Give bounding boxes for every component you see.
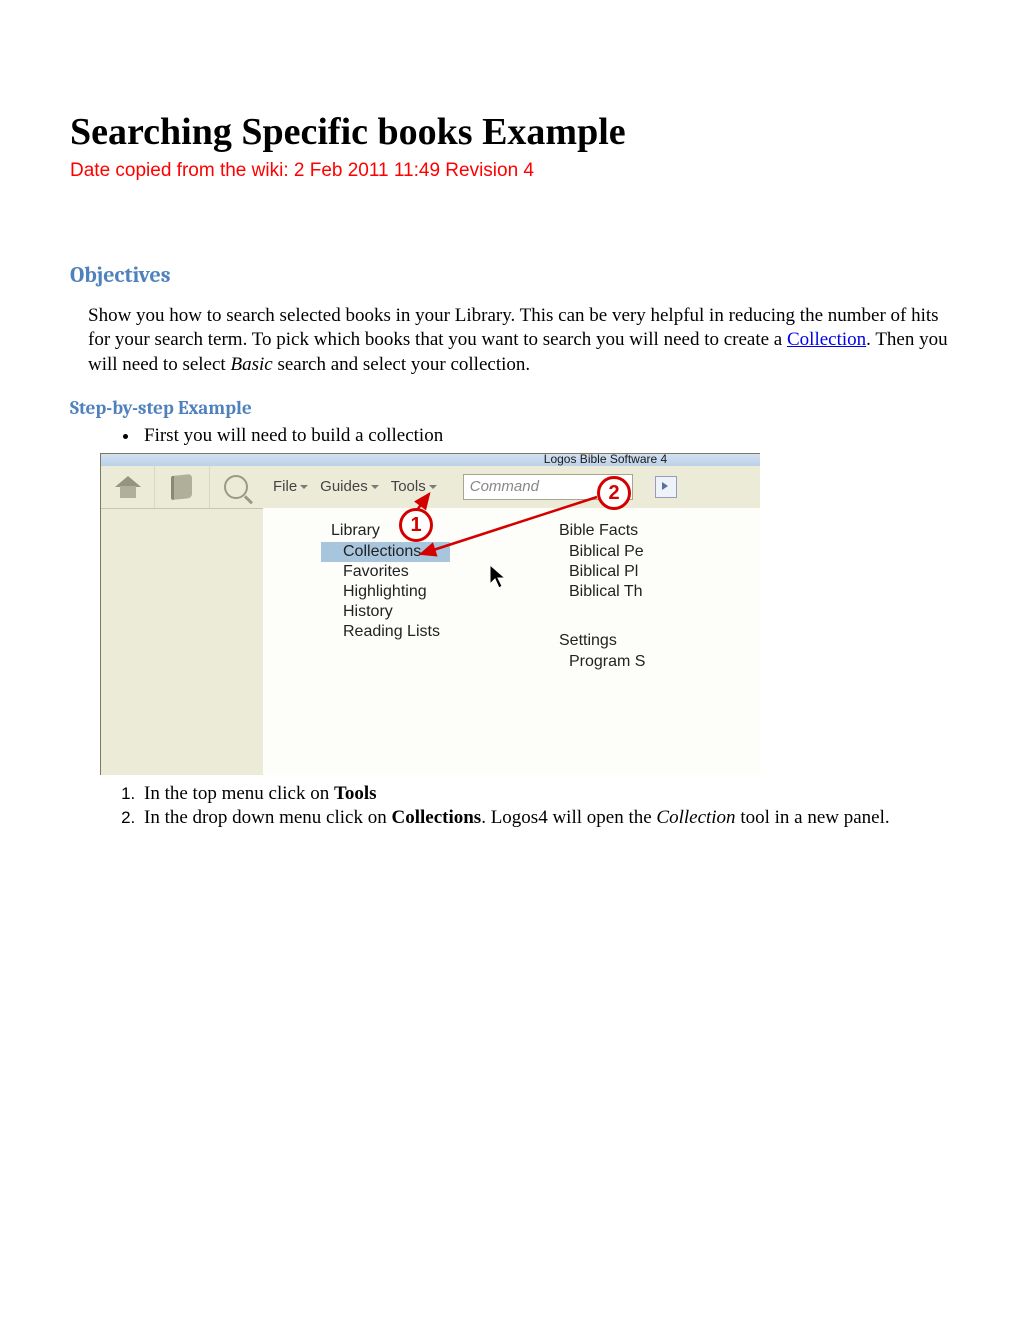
app-leftbar bbox=[101, 466, 264, 775]
app-titlebar: Logos Bible Software 4 bbox=[101, 454, 760, 466]
dd-heading-bible-facts: Bible Facts bbox=[551, 520, 655, 542]
search-icon[interactable] bbox=[210, 466, 263, 508]
dd-item-reading-lists[interactable]: Reading Lists bbox=[321, 622, 450, 642]
objectives-paragraph: Show you how to search selected books in… bbox=[88, 304, 950, 377]
dd-item-biblical-pl[interactable]: Biblical Pl bbox=[551, 562, 655, 582]
go-button[interactable] bbox=[655, 476, 677, 498]
dd-heading-settings: Settings bbox=[551, 630, 655, 652]
menu-tools[interactable]: Tools bbox=[385, 470, 443, 504]
app-content: Library Collections Favorites Highlighti… bbox=[263, 508, 760, 775]
menu-guides[interactable]: Guides bbox=[314, 470, 385, 504]
dd-item-highlighting[interactable]: Highlighting bbox=[321, 582, 450, 602]
page-title: Searching Specific books Example bbox=[70, 110, 950, 154]
callout-2: 2 bbox=[597, 476, 631, 510]
objectives-heading: Objectives bbox=[70, 262, 950, 288]
tools-dropdown-left: Library Collections Favorites Highlighti… bbox=[321, 520, 450, 642]
objectives-text-post2: search and select your collection. bbox=[273, 354, 530, 375]
dd-item-favorites[interactable]: Favorites bbox=[321, 562, 450, 582]
page-subtitle: Date copied from the wiki: 2 Feb 2011 11… bbox=[70, 160, 950, 182]
menu-file[interactable]: File bbox=[267, 470, 314, 504]
callout-1: 1 bbox=[399, 508, 433, 542]
dd-item-biblical-pe[interactable]: Biblical Pe bbox=[551, 542, 655, 562]
dd-item-collections[interactable]: Collections bbox=[321, 542, 450, 562]
step-2: In the drop down menu click on Collectio… bbox=[140, 807, 950, 829]
tools-dropdown-right: Bible Facts Biblical Pe Biblical Pl Bibl… bbox=[551, 520, 655, 672]
step-bullet-list: First you will need to build a collectio… bbox=[70, 425, 950, 447]
objectives-text-italic: Basic bbox=[230, 354, 272, 375]
step-heading: Step-by-step Example bbox=[70, 397, 950, 419]
dd-item-program-s[interactable]: Program S bbox=[551, 652, 655, 672]
collection-link[interactable]: Collection bbox=[787, 329, 866, 350]
dd-item-biblical-th[interactable]: Biblical Th bbox=[551, 582, 655, 602]
home-icon[interactable] bbox=[101, 466, 155, 508]
library-icon[interactable] bbox=[155, 466, 209, 508]
numbered-steps: In the top menu click on Tools In the dr… bbox=[70, 783, 950, 829]
bullet-item: First you will need to build a collectio… bbox=[140, 425, 950, 447]
dd-item-history[interactable]: History bbox=[321, 602, 450, 622]
app-screenshot: Logos Bible Software 4 File Guides Tools… bbox=[100, 453, 760, 775]
app-toolbar: File Guides Tools Command bbox=[263, 466, 760, 509]
step-1: In the top menu click on Tools bbox=[140, 783, 950, 805]
